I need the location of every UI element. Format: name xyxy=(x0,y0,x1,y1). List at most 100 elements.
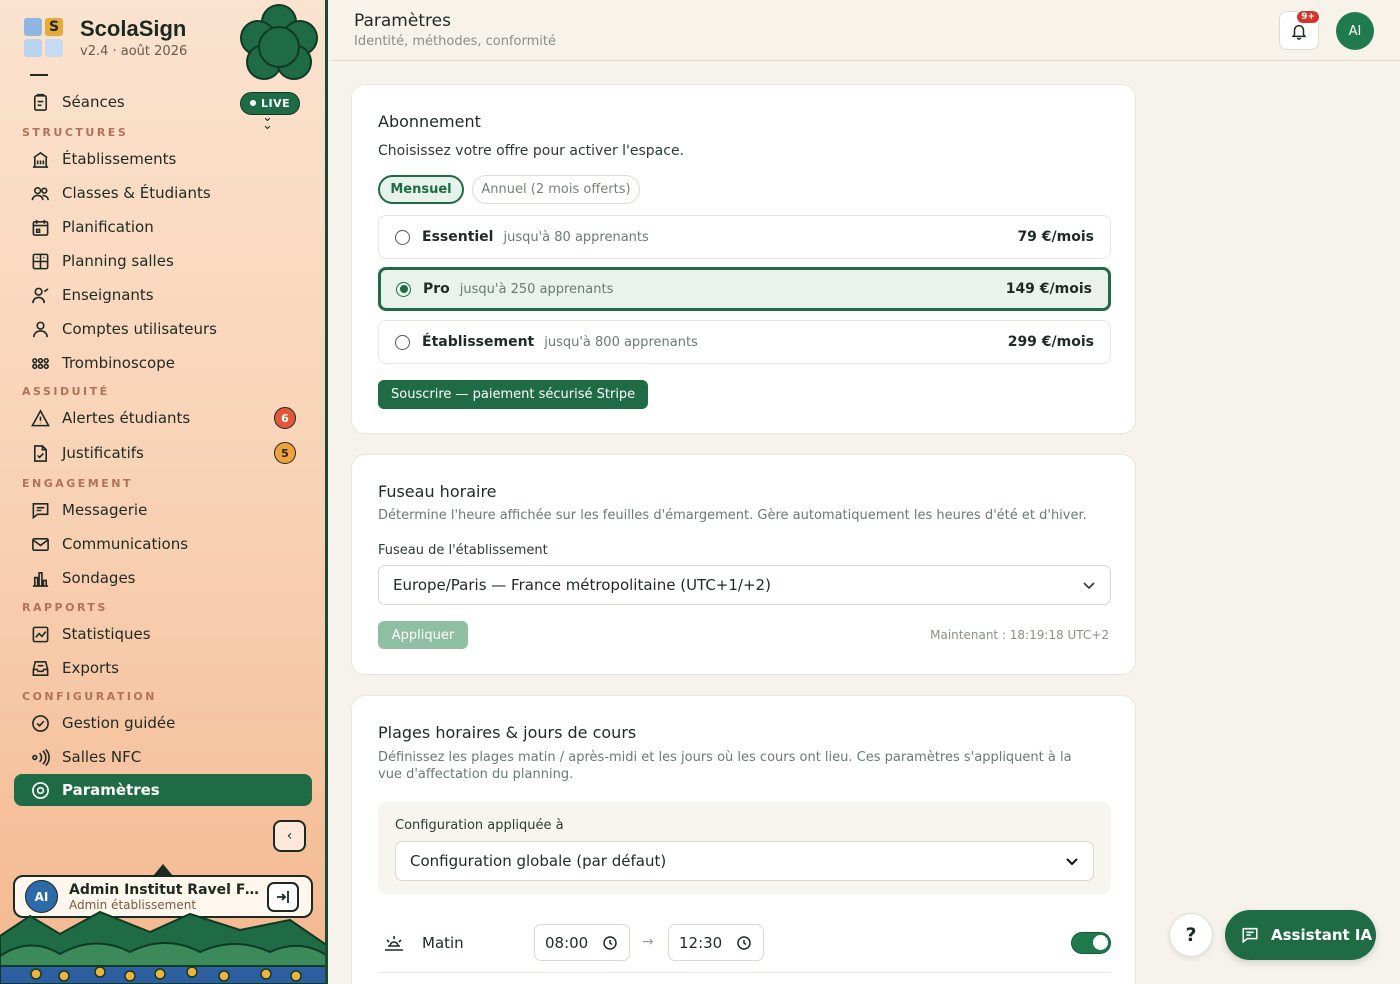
section-configuration: CONFIGURATION xyxy=(22,690,157,703)
sidebar-item-enseignants[interactable]: Enseignants xyxy=(14,279,312,311)
timezone-field-label: Fuseau de l'établissement xyxy=(378,543,548,558)
plan-option-essentiel[interactable]: Essentiel jusqu'à 80 apprenants 79 €/moi… xyxy=(378,215,1111,259)
morning-end-input[interactable]: 12:30 xyxy=(668,924,764,961)
document-check-icon xyxy=(30,443,50,463)
notifications-button[interactable]: 9+ xyxy=(1279,10,1320,50)
timezone-card: Fuseau horaire Détermine l'heure affiché… xyxy=(351,454,1136,675)
hills-illustration xyxy=(0,910,325,984)
sidebar-item-label: Messagerie xyxy=(62,501,148,519)
sidebar-item-label: Paramètres xyxy=(62,781,160,799)
users-icon xyxy=(30,183,50,203)
sidebar-item-etablissements[interactable]: Établissements xyxy=(14,143,312,175)
notification-count-badge: 9+ xyxy=(1296,10,1320,24)
subscription-title: Abonnement xyxy=(378,112,481,131)
sidebar-item-label: Statistiques xyxy=(62,625,151,643)
inbox-icon xyxy=(30,658,50,678)
radio-button[interactable] xyxy=(395,334,410,350)
clipboard-icon xyxy=(30,92,50,112)
sidebar-item-statistiques[interactable]: Statistiques xyxy=(14,618,312,650)
warning-icon xyxy=(30,408,50,428)
scroll-fade-icon xyxy=(30,64,48,76)
brand[interactable]: S ScolaSign v2.4 · août 2026 xyxy=(24,17,187,59)
config-select[interactable]: Configuration globale (par défaut) xyxy=(395,841,1094,881)
subscribe-button[interactable]: Souscrire — paiement sécurisé Stripe xyxy=(378,380,649,409)
sidebar-item-comptes[interactable]: Comptes utilisateurs xyxy=(14,313,312,345)
radio-button-selected[interactable] xyxy=(396,281,411,297)
mail-icon xyxy=(30,534,50,554)
plan-price: 299 €/mois xyxy=(1007,334,1094,350)
bar-chart-icon xyxy=(30,568,50,588)
sidebar-item-communications[interactable]: Communications xyxy=(14,528,312,560)
tree-illustration xyxy=(240,4,318,80)
sidebar-item-sondages[interactable]: Sondages xyxy=(14,562,312,594)
collapse-sidebar-button[interactable]: ‹ xyxy=(273,820,306,852)
sidebar-item-label: Sondages xyxy=(62,569,136,587)
subscription-subtitle: Choisissez votre offre pour activer l'es… xyxy=(378,143,685,159)
chevron-down-icon xyxy=(1066,858,1078,866)
app-name: ScolaSign xyxy=(80,16,187,41)
sidebar-item-label: Justificatifs xyxy=(62,444,144,462)
chevron-left-icon: ‹ xyxy=(286,828,293,844)
section-assiduite: ASSIDUITÉ xyxy=(22,385,110,398)
help-button[interactable]: ? xyxy=(1169,913,1213,957)
sidebar-item-exports[interactable]: Exports xyxy=(14,652,312,684)
morning-label: Matin xyxy=(422,934,464,952)
plan-description: jusqu'à 250 apprenants xyxy=(459,281,614,297)
sidebar-item-label: Salles NFC xyxy=(62,748,142,766)
sidebar-item-trombinoscope[interactable]: Trombinoscope xyxy=(14,347,312,379)
config-select-value: Configuration globale (par défaut) xyxy=(410,852,667,870)
clock-icon xyxy=(603,935,617,950)
assistant-ia-button[interactable]: Assistant IA xyxy=(1225,910,1376,960)
sidebar-item-classes[interactable]: Classes & Étudiants xyxy=(14,177,312,209)
plan-name: Essentiel xyxy=(422,229,494,245)
sidebar-item-label: Alertes étudiants xyxy=(62,409,191,427)
plan-option-pro[interactable]: Pro jusqu'à 250 apprenants 149 €/mois xyxy=(378,267,1111,311)
clock-icon xyxy=(737,935,751,950)
tab-annuel[interactable]: Annuel (2 mois offerts) xyxy=(472,175,640,204)
section-structures: STRUCTURES xyxy=(22,126,129,139)
sidebar-item-label: Communications xyxy=(62,535,189,553)
sidebar-item-messagerie[interactable]: Messagerie xyxy=(14,494,312,526)
config-box: Configuration appliquée à Configuration … xyxy=(378,802,1111,894)
morning-start-input[interactable]: 08:00 xyxy=(534,924,630,961)
config-label: Configuration appliquée à xyxy=(395,818,564,833)
sidebar-item-label: Exports xyxy=(62,659,119,677)
plan-name: Pro xyxy=(423,281,450,297)
page-subtitle: Identité, méthodes, conformité xyxy=(354,34,556,49)
sidebar-item-gestion-guidee[interactable]: Gestion guidée xyxy=(14,707,312,739)
tab-mensuel[interactable]: Mensuel xyxy=(378,175,464,204)
sidebar-item-label: Classes & Étudiants xyxy=(62,184,211,202)
sidebar-item-label: Enseignants xyxy=(62,286,154,304)
sidebar: S ScolaSign v2.4 · août 2026 LIVE ⌄ ⌄ Séa… xyxy=(0,0,328,984)
alert-count-badge: 6 xyxy=(274,407,296,429)
timezone-select[interactable]: Europe/Paris — France métropolitaine (UT… xyxy=(378,565,1111,605)
plan-price: 79 €/mois xyxy=(1017,229,1094,245)
current-time: Maintenant : 18:19:18 UTC+2 xyxy=(930,628,1109,642)
building-icon xyxy=(30,149,50,169)
sidebar-item-label: Comptes utilisateurs xyxy=(62,320,217,338)
radio-button[interactable] xyxy=(395,229,410,245)
app-logo: S xyxy=(24,18,64,58)
avatar[interactable]: AI xyxy=(1336,12,1374,50)
timezone-subtitle: Détermine l'heure affichée sur les feuil… xyxy=(378,508,1087,523)
plan-description: jusqu'à 800 apprenants xyxy=(544,334,698,350)
sidebar-item-planification[interactable]: Planification xyxy=(14,211,312,243)
sidebar-item-justificatifs[interactable]: Justificatifs 5 xyxy=(14,437,312,469)
apply-button[interactable]: Appliquer xyxy=(378,621,468,649)
user-name: Admin Institut Ravel For... xyxy=(69,881,259,898)
time-slots-title: Plages horaires & jours de cours xyxy=(378,723,637,742)
sidebar-item-parametres[interactable]: Paramètres xyxy=(14,774,312,806)
sidebar-item-seances[interactable]: Séances xyxy=(14,86,312,118)
user-icon xyxy=(30,319,50,339)
sidebar-item-alertes[interactable]: Alertes étudiants 6 xyxy=(14,402,312,434)
plan-option-etablissement[interactable]: Établissement jusqu'à 800 apprenants 299… xyxy=(378,320,1111,364)
morning-toggle[interactable] xyxy=(1071,932,1111,954)
topbar: Paramètres Identité, méthodes, conformit… xyxy=(331,0,1400,61)
plan-description: jusqu'à 80 apprenants xyxy=(503,229,649,245)
sidebar-item-planning-salles[interactable]: Planning salles xyxy=(14,245,312,277)
sidebar-item-label: Établissements xyxy=(62,150,177,168)
settings-icon xyxy=(30,780,50,800)
chevron-down-icon xyxy=(1083,582,1095,590)
arrow-right-icon: → xyxy=(642,934,654,950)
sidebar-item-salles-nfc[interactable]: Salles NFC xyxy=(14,741,312,773)
